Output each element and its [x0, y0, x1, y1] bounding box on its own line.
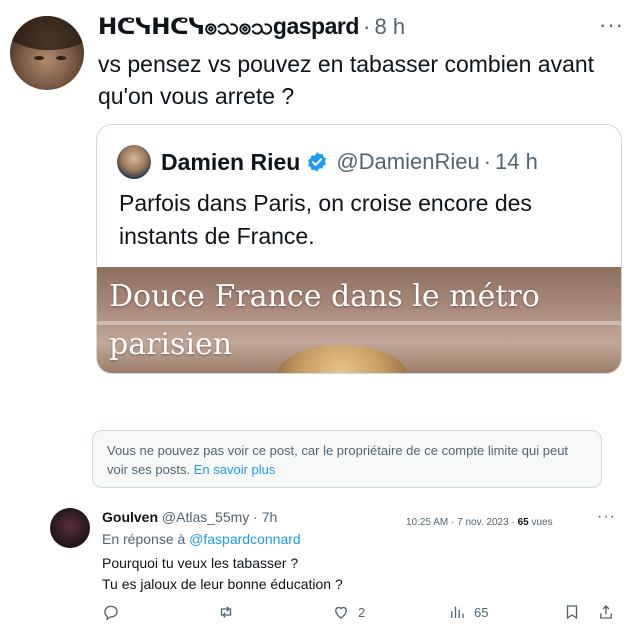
repost-icon: [220, 606, 232, 618]
reply-text-line1: Pourquoi tu veux les tabasser ?: [102, 555, 299, 571]
notice-text: Vous ne pouvez pas voir ce post, car le …: [107, 443, 569, 477]
reply-meta: 10:25 AM · 7 nov. 2023 · 65 vues: [406, 517, 553, 528]
share-button[interactable]: [597, 603, 615, 621]
reply-header: Goulven @Atlas_55my · 7h: [102, 509, 277, 525]
quote-text: Parfois dans Paris, on croise encore des…: [119, 190, 532, 249]
author-avatar[interactable]: [10, 16, 84, 90]
quote-separator: ·: [483, 149, 492, 174]
analytics-icon: [451, 606, 464, 618]
reply-to-line: En réponse à @faspardconnard: [102, 531, 301, 547]
like-button[interactable]: 2: [332, 603, 365, 621]
media-caption-line2: parisien: [109, 327, 233, 362]
author-name[interactable]: ᕼᕦᓭᕼᕦᓭၜသၜသgaspard: [98, 12, 359, 46]
tweet-time[interactable]: 8 h: [375, 14, 406, 40]
reply-author-name[interactable]: Goulven: [102, 509, 158, 525]
like-count: 2: [358, 604, 366, 620]
share-icon: [600, 605, 612, 619]
quote-avatar[interactable]: [117, 145, 151, 179]
reply-to-prefix: En réponse à: [102, 531, 190, 547]
restricted-post-notice: Vous ne pouvez pas voir ce post, car le …: [92, 430, 602, 488]
reply-separator: ·: [253, 509, 258, 525]
reply-meta-views: 65: [517, 517, 529, 528]
bookmark-button[interactable]: [563, 603, 581, 621]
reply-meta-time: 10:25 AM · 7 nov. 2023 ·: [406, 517, 518, 528]
tweet-header: ᕼᕦᓭᕼᕦᓭၜသၜသgaspard · 8 h: [98, 12, 405, 46]
learn-more-link[interactable]: En savoir plus: [194, 462, 276, 477]
reply-avatar[interactable]: [50, 508, 90, 548]
views-count: 65: [474, 604, 489, 620]
tweet-text: vs pensez vs pouvez en tabasser combien …: [98, 51, 595, 109]
header-separator: ·: [362, 13, 371, 39]
comment-icon: [104, 605, 118, 621]
media-caption: Douce France dans le métro parisien: [109, 273, 540, 369]
more-options-icon[interactable]: ···: [599, 12, 624, 38]
reply-text-line2: Tu es jaloux de leur bonne éducation ?: [102, 576, 343, 592]
reply-text: Pourquoi tu veux les tabasser ? Tu es ja…: [102, 553, 343, 595]
reply-button[interactable]: [102, 603, 120, 621]
quote-time[interactable]: 14 h: [495, 149, 538, 175]
reply-tweet: Goulven @Atlas_55my · 7h 10:25 AM · 7 no…: [0, 500, 640, 634]
bookmark-icon: [566, 605, 578, 620]
reply-to-handle-link[interactable]: @faspardconnard: [189, 531, 301, 547]
reply-time[interactable]: 7h: [262, 509, 278, 525]
reply-more-options-icon[interactable]: ···: [597, 508, 616, 526]
heart-icon: [335, 606, 347, 619]
quoted-tweet[interactable]: Damien Rieu @DamienRieu · 14 h Parfois d…: [96, 124, 622, 374]
reply-action-bar: 2 65: [0, 603, 640, 627]
verified-badge-icon: [308, 152, 327, 172]
repost-button[interactable]: [217, 603, 235, 621]
avatar-eye-right: [56, 56, 66, 60]
avatar-hair: [10, 16, 84, 50]
reply-meta-views-label: vues: [528, 517, 553, 528]
views-button[interactable]: 65: [448, 603, 488, 621]
quote-author-handle[interactable]: @DamienRieu: [336, 149, 479, 175]
avatar-eye-left: [34, 56, 44, 60]
quote-author-name[interactable]: Damien Rieu: [161, 149, 300, 176]
media-caption-line1: Douce France dans le métro: [109, 279, 540, 314]
quote-media-image[interactable]: Douce France dans le métro parisien: [97, 267, 621, 373]
quote-header: Damien Rieu @DamienRieu · 14 h: [117, 145, 538, 179]
reply-author-handle[interactable]: @Atlas_55my: [162, 509, 249, 525]
